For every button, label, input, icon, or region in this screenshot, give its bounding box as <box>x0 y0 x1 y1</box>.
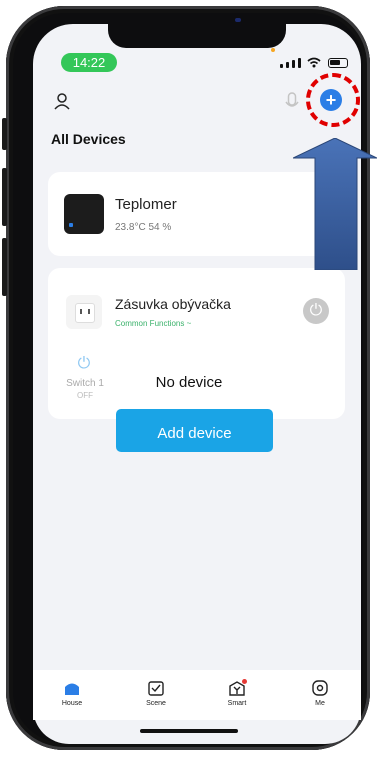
tab-label: Scene <box>146 700 166 707</box>
silent-switch <box>2 118 7 150</box>
highlight-ring <box>306 73 360 127</box>
signal-bar <box>292 60 295 68</box>
device-readings: 23.8°C 54 % <box>115 222 172 233</box>
page-title: All Devices <box>51 131 126 147</box>
signal-bar <box>286 62 289 68</box>
tab-label: Me <box>315 700 325 707</box>
common-functions-link[interactable]: Common Functions ~ <box>115 319 191 328</box>
smart-plug-icon <box>66 295 102 329</box>
house-icon <box>65 683 79 695</box>
volume-down-button <box>2 238 7 296</box>
status-icons <box>280 56 348 68</box>
switch-state: OFF <box>77 391 93 400</box>
profile-icon[interactable] <box>53 92 71 110</box>
signal-icon <box>280 64 283 68</box>
privacy-indicator <box>271 48 275 52</box>
me-icon <box>312 680 328 696</box>
notification-badge <box>242 679 247 684</box>
camera-dot <box>235 18 241 22</box>
device-name: Zásuvka obývačka <box>115 296 231 312</box>
volume-up-button <box>2 168 7 226</box>
bottom-tab-bar: House Scene Smart Me <box>33 670 361 720</box>
ir-remote-icon <box>64 194 104 234</box>
tab-smart[interactable]: Smart <box>212 680 262 707</box>
wifi-icon <box>307 57 321 68</box>
switch-power-icon[interactable]: ⏻ <box>75 355 93 373</box>
add-device-button[interactable]: Add device <box>116 409 273 452</box>
device-name: Teplomer <box>115 196 177 213</box>
status-time: 14:22 <box>61 53 117 72</box>
plug-face <box>75 303 95 323</box>
tab-me[interactable]: Me <box>295 680 345 707</box>
signal-bar <box>298 58 301 68</box>
tab-house[interactable]: House <box>47 680 97 707</box>
empty-state-message: No device <box>155 374 223 391</box>
tab-label: House <box>61 700 83 707</box>
up-arrow-annotation <box>293 138 377 270</box>
notch <box>108 24 286 48</box>
power-toggle-button[interactable]: ⏻ <box>303 298 329 324</box>
battery-icon <box>328 58 348 68</box>
home-indicator[interactable] <box>140 729 238 733</box>
scene-icon <box>148 681 164 696</box>
microphone-icon[interactable] <box>285 92 299 112</box>
tab-label: Smart <box>227 700 247 707</box>
tab-scene[interactable]: Scene <box>131 680 181 707</box>
